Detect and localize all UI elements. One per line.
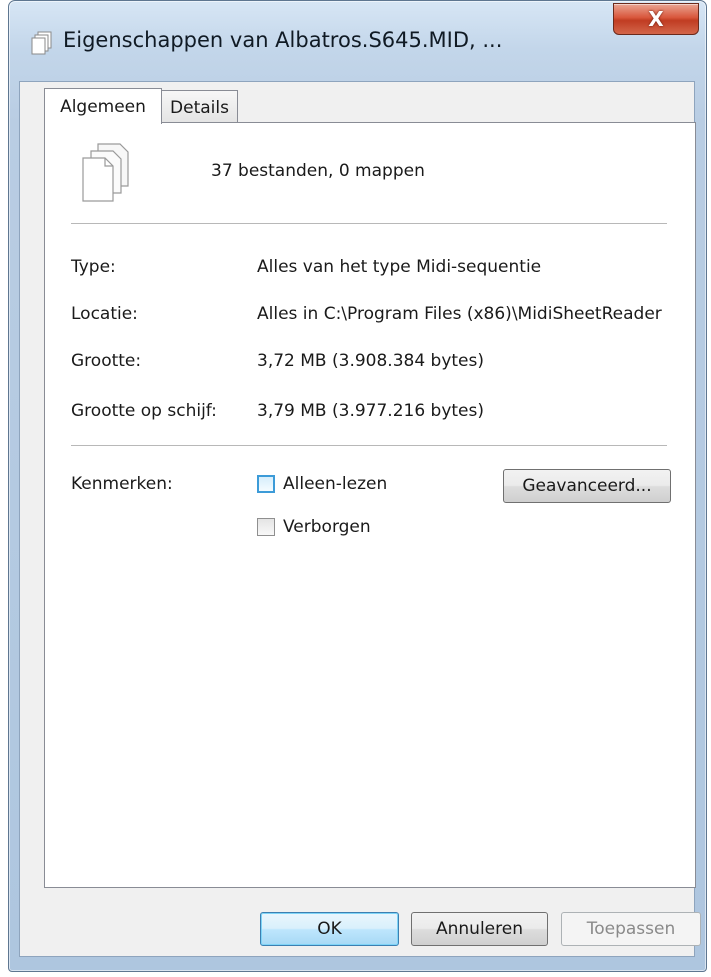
multiple-files-icon bbox=[82, 143, 129, 202]
close-button[interactable]: X bbox=[613, 3, 699, 35]
hidden-checkbox[interactable] bbox=[257, 518, 275, 536]
dialog-client-area: Algemeen Details 37 bestanden, 0 mappen … bbox=[19, 81, 701, 957]
cancel-button[interactable]: Annuleren bbox=[411, 912, 548, 946]
general-tab-panel: 37 bestanden, 0 mappen Type: Alles van h… bbox=[44, 122, 696, 888]
hidden-label[interactable]: Verborgen bbox=[283, 517, 371, 537]
type-label: Type: bbox=[71, 257, 116, 277]
location-value: Alles in C:\Program Files (x86)\MidiShee… bbox=[257, 304, 662, 324]
title-bar[interactable]: Eigenschappen van Albatros.S645.MID, ...… bbox=[9, 1, 706, 83]
ok-button[interactable]: OK bbox=[260, 912, 399, 946]
hidden-checkbox-row[interactable]: Verborgen bbox=[257, 517, 371, 537]
separator bbox=[71, 445, 667, 446]
type-value: Alles van het type Midi-sequentie bbox=[257, 257, 542, 277]
readonly-checkbox-row[interactable]: Alleen-lezen bbox=[257, 474, 387, 494]
file-count-summary: 37 bestanden, 0 mappen bbox=[211, 161, 425, 181]
location-label: Locatie: bbox=[71, 304, 138, 324]
files-icon bbox=[31, 31, 52, 55]
separator bbox=[71, 223, 667, 224]
size-value: 3,72 MB (3.908.384 bytes) bbox=[257, 351, 485, 371]
size-on-disk-value: 3,79 MB (3.977.216 bytes) bbox=[257, 401, 485, 421]
attributes-label: Kenmerken: bbox=[71, 474, 173, 494]
window-title: Eigenschappen van Albatros.S645.MID, ... bbox=[63, 28, 503, 52]
size-label: Grootte: bbox=[71, 351, 142, 371]
advanced-button[interactable]: Geavanceerd... bbox=[503, 469, 671, 503]
tab-algemeen[interactable]: Algemeen bbox=[44, 88, 162, 124]
properties-window: Eigenschappen van Albatros.S645.MID, ...… bbox=[8, 0, 707, 972]
readonly-label[interactable]: Alleen-lezen bbox=[283, 474, 387, 494]
size-on-disk-label: Grootte op schijf: bbox=[71, 401, 217, 421]
readonly-checkbox[interactable] bbox=[257, 475, 275, 493]
close-icon: X bbox=[648, 7, 664, 31]
tab-details[interactable]: Details bbox=[161, 90, 238, 124]
apply-button[interactable]: Toepassen bbox=[561, 912, 701, 946]
